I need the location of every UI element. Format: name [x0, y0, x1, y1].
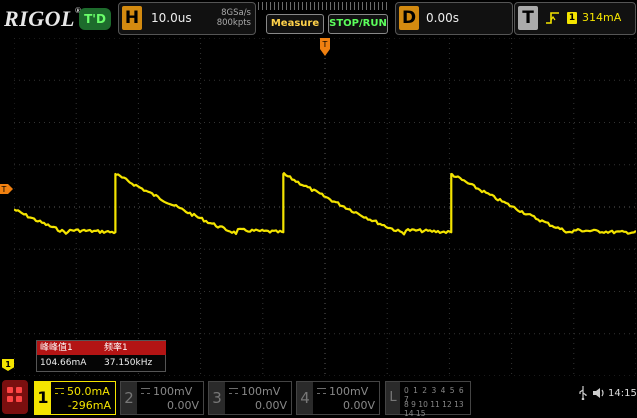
clock: 14:15: [608, 388, 637, 399]
waveform-grid[interactable]: [14, 38, 636, 376]
rigol-logo: RIGOL®: [4, 6, 82, 31]
stop-run-button[interactable]: STOP/RUN: [328, 14, 388, 34]
logic-label: L: [386, 382, 400, 414]
channel-1-panel[interactable]: 1 50.0mA -296mA: [34, 381, 116, 415]
channel-2-number: 2: [121, 382, 137, 414]
trigger-letter: T: [518, 6, 538, 30]
measurement-panel: 峰峰值1 频率1 104.66mA 37.150kHz: [36, 340, 166, 372]
memory-depth: 800kpts: [216, 18, 251, 28]
memory-ruler: [258, 2, 390, 10]
horizontal-panel[interactable]: H 10.0us 8GSa/s 800kpts: [118, 2, 256, 35]
channel-4-number: 4: [297, 382, 313, 414]
measure-area: Measure STOP/RUN: [258, 0, 390, 36]
svg-text:T: T: [322, 40, 328, 49]
channel-1-number: 1: [35, 382, 51, 414]
measure-value-vpp: 104.66mA: [40, 358, 87, 368]
measure-value-freq: 37.150kHz: [104, 358, 153, 368]
measure-label-freq: 频率1: [101, 341, 166, 355]
svg-text:T: T: [1, 185, 7, 194]
dc-coupling-icon: [141, 388, 150, 394]
top-bar: RIGOL® T'D H 10.0us 8GSa/s 800kpts Measu…: [0, 0, 637, 36]
acquisition-info: 8GSa/s 800kpts: [217, 8, 251, 28]
channel-3-number: 3: [209, 382, 225, 414]
rising-edge-icon: [545, 10, 561, 30]
delay-letter: D: [399, 6, 419, 30]
channel-3-panel[interactable]: 3 100mV 0.00V: [208, 381, 292, 415]
sample-rate: 8GSa/s: [221, 8, 251, 18]
dc-coupling-icon: [317, 388, 326, 394]
channel-4-panel[interactable]: 4 100mV 0.00V: [296, 381, 380, 415]
channel1-offset-marker[interactable]: 1: [2, 359, 14, 371]
trigger-source-badge: 1: [567, 12, 577, 24]
delay-panel[interactable]: D 0.00s: [395, 2, 513, 35]
logic-channels-high: 8 9 10 11 12 13 14 15: [404, 400, 464, 418]
usb-icon: [578, 386, 588, 403]
main-menu-button[interactable]: [2, 380, 28, 414]
dc-coupling-icon: [55, 388, 64, 394]
trigger-position-marker[interactable]: T: [320, 38, 330, 56]
channel-1-scale: 50.0mA: [67, 385, 110, 398]
channel-2-offset: 0.00V: [166, 399, 199, 412]
measure-label-vpp: 峰峰值1: [37, 341, 102, 355]
trigger-level: 314mA: [582, 11, 622, 24]
channel-2-panel[interactable]: 2 100mV 0.00V: [120, 381, 204, 415]
logic-analyzer-panel[interactable]: L 0 1 2 3 4 5 6 7 8 9 10 11 12 13 14 15: [385, 381, 471, 418]
delay-value: 0.00s: [426, 11, 459, 25]
bottom-bar: 1 50.0mA -296mA 2 100mV 0.00V 3 100mV 0.…: [0, 378, 637, 418]
speaker-icon[interactable]: [592, 386, 606, 403]
trigger-level-marker[interactable]: T: [0, 184, 13, 194]
channel-4-scale: 100mV: [329, 385, 369, 398]
channel-4-offset: 0.00V: [342, 399, 375, 412]
horizontal-letter: H: [122, 6, 142, 30]
gridlines: [14, 38, 636, 376]
timebase-value: 10.0us: [151, 11, 192, 25]
channel-1-offset: -296mA: [67, 399, 111, 412]
trigger-panel[interactable]: T 1 314mA: [514, 2, 636, 35]
channel-2-scale: 100mV: [153, 385, 193, 398]
channel-3-scale: 100mV: [241, 385, 281, 398]
channel-3-offset: 0.00V: [254, 399, 287, 412]
measure-button[interactable]: Measure: [266, 14, 324, 34]
dc-coupling-icon: [229, 388, 238, 394]
trigger-status-badge: T'D: [79, 8, 111, 30]
